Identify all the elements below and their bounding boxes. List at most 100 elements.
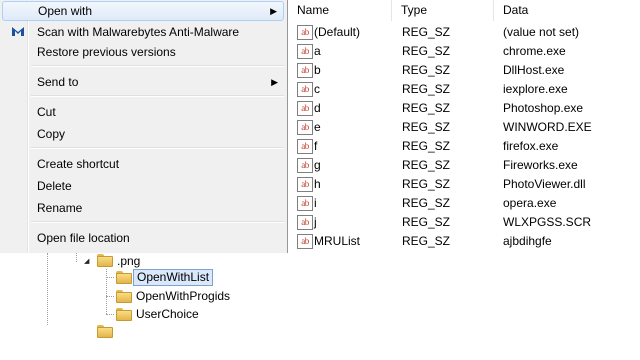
- value-type: REG_SZ: [402, 101, 451, 115]
- menu-item-label: Open with: [38, 4, 93, 18]
- value-name: MRUList: [314, 234, 361, 248]
- string-value-icon: ab: [297, 120, 313, 135]
- string-value-icon: ab: [297, 44, 313, 59]
- registry-value-row[interactable]: ab j REG_SZ WLXPGSS.SCR: [288, 213, 640, 232]
- value-data: (value not set): [503, 25, 580, 39]
- string-value-icon: ab: [297, 158, 313, 173]
- registry-value-row[interactable]: ab MRUList REG_SZ ajbdihgfe: [288, 232, 640, 251]
- value-type: REG_SZ: [402, 215, 451, 229]
- value-type: REG_SZ: [402, 63, 451, 77]
- folder-icon: [116, 271, 132, 284]
- registry-value-row[interactable]: ab h REG_SZ PhotoViewer.dll: [288, 175, 640, 194]
- tree-guide-line: [47, 253, 48, 325]
- value-type: REG_SZ: [402, 196, 451, 210]
- string-value-icon: ab: [297, 101, 313, 116]
- folder-icon: [97, 325, 113, 338]
- string-value-icon: ab: [297, 196, 313, 211]
- registry-value-row[interactable]: ab d REG_SZ Photoshop.exe: [288, 99, 640, 118]
- value-data: PhotoViewer.dll: [503, 177, 586, 191]
- menu-item-open-file-location[interactable]: Open file location: [2, 228, 284, 248]
- value-type: REG_SZ: [402, 82, 451, 96]
- menu-separator: [31, 95, 284, 97]
- column-header-data[interactable]: Data: [494, 0, 640, 21]
- value-data: chrome.exe: [503, 44, 566, 58]
- value-type: REG_SZ: [402, 25, 451, 39]
- registry-value-row[interactable]: ab b REG_SZ DllHost.exe: [288, 61, 640, 80]
- value-type: REG_SZ: [402, 139, 451, 153]
- value-type: REG_SZ: [402, 234, 451, 248]
- registry-value-row[interactable]: ab c REG_SZ iexplore.exe: [288, 80, 640, 99]
- value-data: ajbdihgfe: [503, 234, 552, 248]
- tree-node-label: OpenWithList: [133, 269, 214, 286]
- menu-item-rename[interactable]: Rename: [2, 198, 284, 218]
- tree-guide-line: [106, 296, 114, 297]
- folder-icon: [116, 290, 132, 303]
- value-name: d: [314, 101, 321, 115]
- value-name: j: [314, 215, 317, 229]
- value-data: Photoshop.exe: [503, 101, 584, 115]
- menu-item-label: Send to: [37, 75, 79, 89]
- value-data: Fireworks.exe: [503, 158, 578, 172]
- registry-value-row[interactable]: ab (Default) REG_SZ (value not set): [288, 23, 640, 42]
- value-data: firefox.exe: [503, 139, 559, 153]
- string-value-icon: ab: [297, 177, 313, 192]
- value-data: DllHost.exe: [503, 63, 565, 77]
- registry-value-row[interactable]: ab i REG_SZ opera.exe: [288, 194, 640, 213]
- registry-key-tree: ◢ .png OpenWithList OpenWithProgids User…: [0, 253, 640, 360]
- value-type: REG_SZ: [402, 158, 451, 172]
- menu-separator: [31, 65, 284, 67]
- menu-item-copy[interactable]: Copy: [2, 124, 284, 144]
- folder-icon: [97, 254, 113, 267]
- value-type: REG_SZ: [402, 44, 451, 58]
- menu-item-label: Restore previous versions: [37, 45, 176, 59]
- string-value-icon: ab: [297, 234, 313, 249]
- value-data: opera.exe: [503, 196, 557, 210]
- value-type: REG_SZ: [402, 120, 451, 134]
- menu-item-send-to[interactable]: Send to ▶: [2, 72, 284, 92]
- registry-value-row[interactable]: ab f REG_SZ firefox.exe: [288, 137, 640, 156]
- registry-value-row[interactable]: ab e REG_SZ WINWORD.EXE: [288, 118, 640, 137]
- list-header: Name Type Data: [288, 0, 640, 21]
- menu-item-cut[interactable]: Cut: [2, 102, 284, 122]
- value-type: REG_SZ: [402, 177, 451, 191]
- menu-item-label: Scan with Malwarebytes Anti-Malware: [37, 25, 240, 39]
- menu-separator: [31, 221, 284, 223]
- tree-guide-line: [106, 269, 107, 314]
- column-header-type[interactable]: Type: [392, 0, 494, 21]
- menu-item-scan-malwarebytes[interactable]: Scan with Malwarebytes Anti-Malware: [2, 22, 284, 42]
- menu-item-restore-previous-versions[interactable]: Restore previous versions: [2, 42, 284, 62]
- value-data: WINWORD.EXE: [503, 120, 592, 134]
- column-header-name[interactable]: Name: [288, 0, 392, 21]
- menu-item-label: Copy: [37, 127, 66, 141]
- menu-item-delete[interactable]: Delete: [2, 176, 284, 196]
- menu-item-label: Cut: [37, 105, 56, 119]
- string-value-icon: ab: [297, 25, 313, 40]
- menu-item-label: Delete: [37, 179, 72, 193]
- submenu-arrow-icon: ▶: [271, 77, 278, 87]
- expanded-triangle-icon[interactable]: ◢: [84, 257, 89, 265]
- string-value-icon: ab: [297, 82, 313, 97]
- registry-value-row[interactable]: ab g REG_SZ Fireworks.exe: [288, 156, 640, 175]
- registry-value-row[interactable]: ab a REG_SZ chrome.exe: [288, 42, 640, 61]
- menu-item-label: Open file location: [37, 231, 130, 245]
- value-name: h: [314, 177, 321, 191]
- menu-separator: [31, 147, 284, 149]
- menu-item-create-shortcut[interactable]: Create shortcut: [2, 154, 284, 174]
- tree-guide-line: [106, 277, 114, 278]
- value-data: iexplore.exe: [503, 82, 568, 96]
- folder-icon: [116, 308, 132, 321]
- context-menu: Open with ▶ Scan with Malwarebytes Anti-…: [0, 0, 288, 253]
- value-name: c: [314, 82, 320, 96]
- tree-node-label: .png: [117, 254, 141, 268]
- value-name: f: [314, 139, 318, 153]
- menu-item-label: Rename: [37, 201, 83, 215]
- tree-node-label: OpenWithProgids: [136, 289, 231, 303]
- registry-values-list: Name Type Data ab (Default) REG_SZ (valu…: [288, 0, 640, 253]
- value-name: i: [314, 196, 317, 210]
- tree-node-label: UserChoice: [136, 307, 199, 321]
- menu-item-open-with[interactable]: Open with ▶: [2, 1, 284, 21]
- tree-guide-line: [106, 314, 114, 315]
- submenu-arrow-icon: ▶: [270, 6, 277, 16]
- string-value-icon: ab: [297, 215, 313, 230]
- value-name: a: [314, 44, 321, 58]
